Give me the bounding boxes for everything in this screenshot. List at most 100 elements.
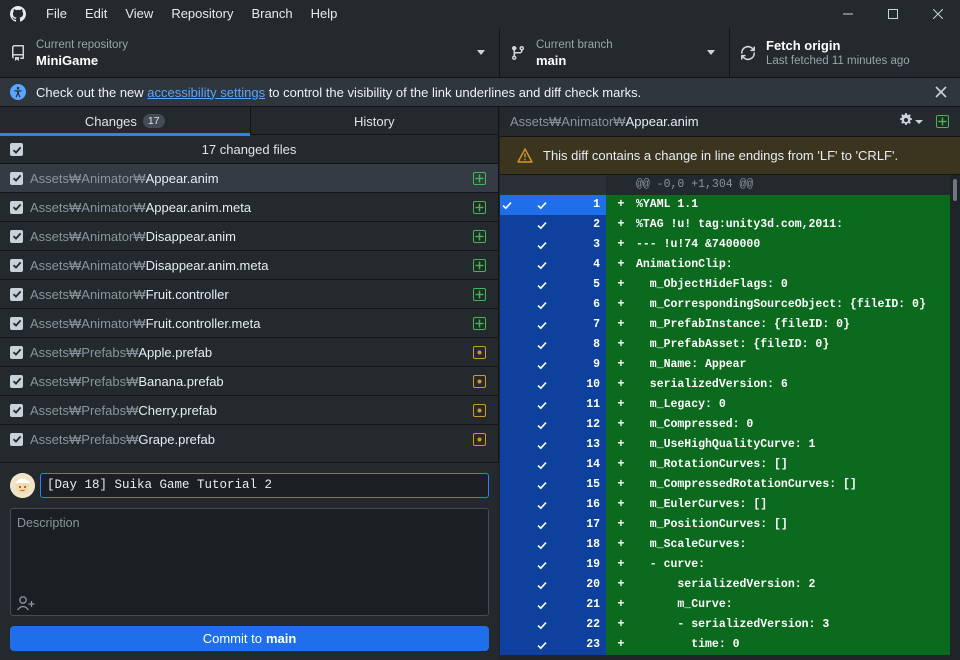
file-checkbox[interactable] [10, 171, 23, 185]
diff-line[interactable]: 6 + m_CorrespondingSourceObject: {fileID:… [500, 295, 950, 315]
file-checkbox[interactable] [10, 432, 23, 446]
line-select-gutter[interactable] [500, 355, 514, 375]
current-repository-dropdown[interactable]: Current repository MiniGame [0, 28, 500, 78]
diff-line[interactable]: 5 + m_ObjectHideFlags: 0 [500, 275, 950, 295]
diff-line[interactable]: 13 + m_UseHighQualityCurve: 1 [500, 435, 950, 455]
file-row[interactable]: Assets₩Prefabs₩Grape.prefab [0, 425, 498, 453]
diff-line[interactable]: 12 + m_Compressed: 0 [500, 415, 950, 435]
file-row[interactable]: Assets₩Animator₩Appear.anim.meta [0, 193, 498, 222]
line-select-gutter[interactable] [500, 335, 514, 355]
line-select-gutter[interactable] [500, 215, 514, 235]
diff-line[interactable]: 4 + AnimationClip: [500, 255, 950, 275]
diff-options-button[interactable] [898, 113, 924, 129]
diff-line[interactable]: 3 + --- !u!74 &7400000 [500, 235, 950, 255]
line-select-gutter[interactable] [500, 635, 514, 655]
diff-line[interactable]: 21 + m_Curve: [500, 595, 950, 615]
line-select-gutter[interactable] [500, 615, 514, 635]
line-select-gutter[interactable] [500, 255, 514, 275]
file-checkbox[interactable] [10, 229, 23, 243]
menu-view[interactable]: View [116, 0, 162, 28]
line-include-checkbox[interactable] [514, 235, 570, 255]
line-select-gutter[interactable] [500, 575, 514, 595]
add-coauthor-icon[interactable] [16, 595, 36, 611]
diff-line[interactable]: 19 + - curve: [500, 555, 950, 575]
minimize-icon[interactable] [825, 0, 870, 28]
line-select-gutter[interactable] [500, 295, 514, 315]
line-select-gutter[interactable] [500, 495, 514, 515]
line-select-gutter[interactable] [500, 275, 514, 295]
select-all-checkbox[interactable] [10, 143, 23, 156]
line-select-gutter[interactable] [500, 595, 514, 615]
diff-line[interactable]: 14 + m_RotationCurves: [] [500, 455, 950, 475]
line-select-gutter[interactable] [500, 395, 514, 415]
diff-line[interactable]: 1 + %YAML 1.1 [500, 195, 950, 215]
line-include-checkbox[interactable] [514, 335, 570, 355]
diff-line[interactable]: 11 + m_Legacy: 0 [500, 395, 950, 415]
line-select-gutter[interactable] [500, 515, 514, 535]
maximize-icon[interactable] [870, 0, 915, 28]
diff-line[interactable]: 9 + m_Name: Appear [500, 355, 950, 375]
close-window-icon[interactable] [915, 0, 960, 28]
diff-line[interactable]: 16 + m_EulerCurves: [] [500, 495, 950, 515]
file-row[interactable]: Assets₩Animator₩Disappear.anim [0, 222, 498, 251]
line-include-checkbox[interactable] [514, 315, 570, 335]
line-include-checkbox[interactable] [514, 255, 570, 275]
tab-changes[interactable]: Changes 17 [0, 107, 250, 136]
line-select-gutter[interactable] [500, 375, 514, 395]
diff-line[interactable]: 17 + m_PositionCurves: [] [500, 515, 950, 535]
close-icon[interactable] [934, 85, 948, 99]
line-select-gutter[interactable] [500, 235, 514, 255]
line-include-checkbox[interactable] [514, 575, 570, 595]
line-include-checkbox[interactable] [514, 615, 570, 635]
line-select-gutter[interactable] [500, 315, 514, 335]
line-include-checkbox[interactable] [514, 515, 570, 535]
line-select-gutter[interactable] [500, 195, 514, 215]
diff-scrollbar[interactable] [950, 175, 960, 660]
diff-line[interactable]: 15 + m_CompressedRotationCurves: [] [500, 475, 950, 495]
commit-description-field[interactable]: Description [10, 508, 489, 616]
fetch-origin-button[interactable]: Fetch origin Last fetched 11 minutes ago [730, 28, 960, 78]
file-checkbox[interactable] [10, 200, 23, 214]
line-include-checkbox[interactable] [514, 215, 570, 235]
line-select-gutter[interactable] [500, 455, 514, 475]
diff-line[interactable]: 10 + serializedVersion: 6 [500, 375, 950, 395]
menu-file[interactable]: File [36, 0, 76, 28]
diff-line[interactable]: 18 + m_ScaleCurves: [500, 535, 950, 555]
diff-line[interactable]: 7 + m_PrefabInstance: {fileID: 0} [500, 315, 950, 335]
tab-history[interactable]: History [249, 107, 499, 135]
file-row[interactable]: Assets₩Animator₩Fruit.controller [0, 280, 498, 309]
menu-edit[interactable]: Edit [76, 0, 116, 28]
file-row[interactable]: Assets₩Prefabs₩Apple.prefab [0, 338, 498, 367]
line-select-gutter[interactable] [500, 555, 514, 575]
line-include-checkbox[interactable] [514, 295, 570, 315]
diff-line[interactable]: 22 + - serializedVersion: 3 [500, 615, 950, 635]
line-select-gutter[interactable] [500, 475, 514, 495]
file-row[interactable]: Assets₩Prefabs₩Banana.prefab [0, 367, 498, 396]
line-select-gutter[interactable] [500, 415, 514, 435]
file-checkbox[interactable] [10, 287, 23, 301]
diff-line[interactable]: 8 + m_PrefabAsset: {fileID: 0} [500, 335, 950, 355]
file-checkbox[interactable] [10, 345, 23, 359]
commit-summary-input[interactable]: [Day 18] Suika Game Tutorial 2 [40, 473, 489, 498]
line-include-checkbox[interactable] [514, 435, 570, 455]
line-select-gutter[interactable] [500, 435, 514, 455]
line-include-checkbox[interactable] [514, 595, 570, 615]
file-row[interactable]: Assets₩Animator₩Disappear.anim.meta [0, 251, 498, 280]
line-include-checkbox[interactable] [514, 415, 570, 435]
file-row[interactable]: Assets₩Animator₩Fruit.controller.meta [0, 309, 498, 338]
line-include-checkbox[interactable] [514, 475, 570, 495]
file-checkbox[interactable] [10, 403, 23, 417]
line-include-checkbox[interactable] [514, 275, 570, 295]
line-include-checkbox[interactable] [514, 395, 570, 415]
diff-line[interactable]: 2 + %TAG !u! tag:unity3d.com,2011: [500, 215, 950, 235]
line-select-gutter[interactable] [500, 535, 514, 555]
diff-line[interactable]: 23 + time: 0 [500, 635, 950, 655]
line-include-checkbox[interactable] [514, 555, 570, 575]
current-branch-dropdown[interactable]: Current branch main [500, 28, 730, 78]
line-include-checkbox[interactable] [514, 455, 570, 475]
commit-button[interactable]: Commit to main [10, 626, 489, 651]
line-include-checkbox[interactable] [514, 195, 570, 215]
file-checkbox[interactable] [10, 316, 23, 330]
line-include-checkbox[interactable] [514, 495, 570, 515]
file-checkbox[interactable] [10, 258, 23, 272]
